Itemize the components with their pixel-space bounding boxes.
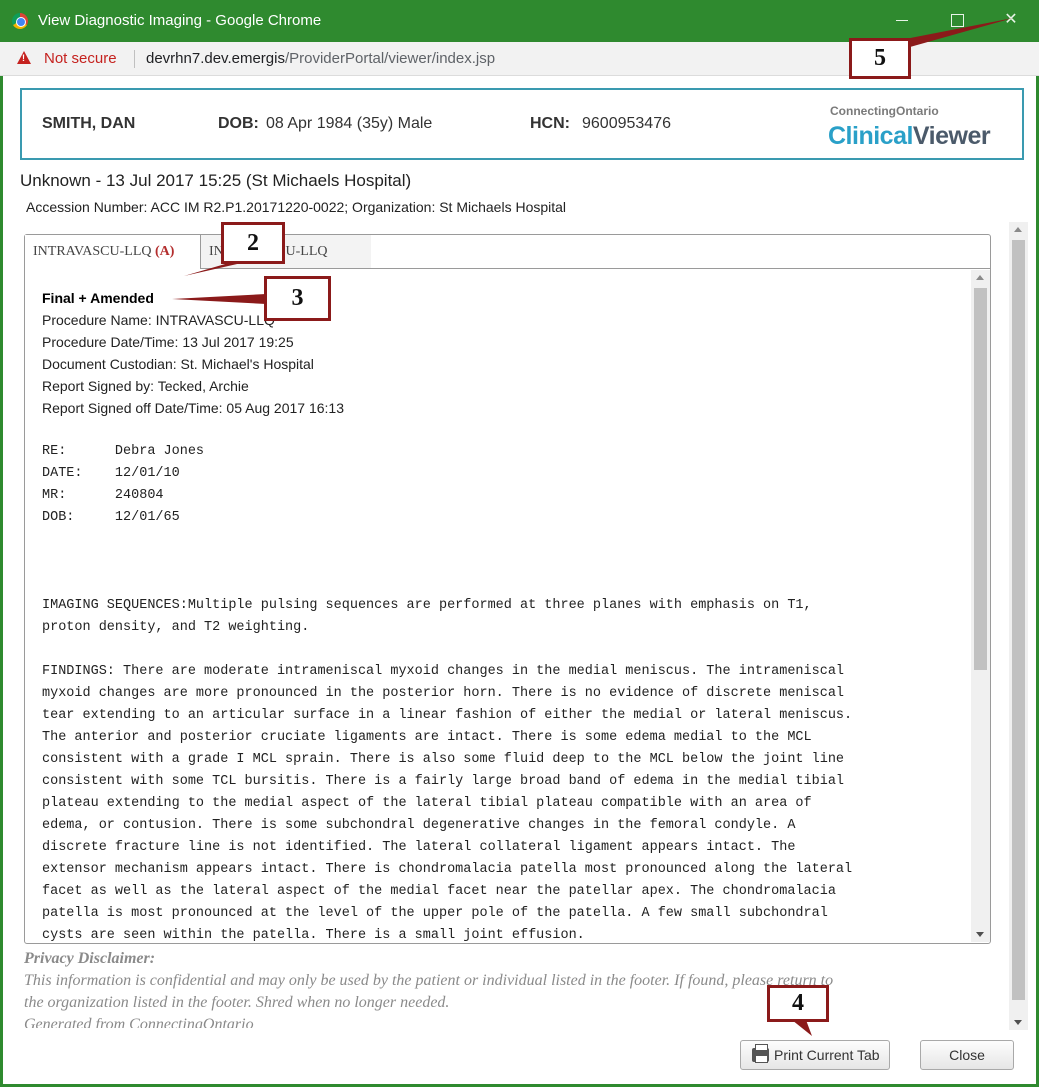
report-re: RE: Debra Jones (42, 444, 205, 459)
window-titlebar[interactable]: View Diagnostic Imaging - Google Chrome … (0, 0, 1039, 42)
scroll-down-icon[interactable] (1014, 1020, 1022, 1025)
disclaimer-line-2: the organization listed in the footer. S… (24, 994, 450, 1011)
findings: FINDINGS: There are moderate intramenisc… (42, 664, 853, 942)
brand-viewer: Viewer (912, 122, 991, 150)
privacy-disclaimer: Privacy Disclaimer: This information is … (24, 948, 1004, 1028)
scroll-down-icon[interactable] (976, 932, 984, 937)
study-title: Unknown - 13 Jul 2017 15:25 (St Michaels… (20, 171, 412, 190)
close-button[interactable]: Close (920, 1040, 1014, 1070)
dob-label: DOB: (218, 115, 259, 132)
url-host: devrhn7.dev.emergis (146, 50, 285, 67)
brand-subtitle: ConnectingOntario (830, 104, 939, 118)
scroll-up-icon[interactable] (976, 275, 984, 280)
address-separator (134, 50, 135, 68)
disclaimer-title: Privacy Disclaimer: (24, 950, 156, 967)
procedure-name: Procedure Name: INTRAVASCU-LLQ (42, 312, 275, 328)
print-button-label: Print Current Tab (774, 1047, 880, 1063)
report-date: DATE: 12/01/10 (42, 466, 180, 481)
tab-label: INTRAVASCU-LLQ (33, 244, 152, 259)
printer-icon (752, 1044, 769, 1063)
report-signed-off: Report Signed off Date/Time: 05 Aug 2017… (42, 400, 344, 416)
accession-info: Accession Number: ACC IM R2.P1.20171220-… (26, 199, 567, 215)
brand-logo: ClinicalViewer (828, 118, 991, 154)
page-scrollbar[interactable] (1009, 222, 1028, 1030)
patient-banner: SMITH, DAN DOB: 08 Apr 1984 (35y) Male H… (20, 88, 1024, 160)
callout-2: 2 (221, 222, 285, 264)
disclaimer-line-3: Generated from ConnectingOntario (24, 1016, 254, 1028)
close-window-icon[interactable]: ✕ (998, 8, 1024, 32)
close-button-label: Close (949, 1047, 985, 1063)
tab-strip-filler (371, 235, 991, 269)
callout-4: 4 (767, 985, 829, 1022)
callout-3: 3 (264, 276, 331, 321)
report-content[interactable]: Final + Amended Procedure Name: INTRAVAS… (26, 270, 971, 942)
document-custodian: Document Custodian: St. Michael's Hospit… (42, 356, 314, 372)
window-title: View Diagnostic Imaging - Google Chrome (38, 12, 322, 29)
print-current-tab-button[interactable]: Print Current Tab (740, 1040, 890, 1070)
page-scroll-thumb[interactable] (1012, 240, 1025, 1000)
report-scroll-thumb[interactable] (974, 288, 987, 670)
imaging-sequences: IMAGING SEQUENCES:Multiple pulsing seque… (42, 598, 812, 635)
hcn-value: 9600953476 (582, 115, 671, 132)
scroll-up-icon[interactable] (1014, 227, 1022, 232)
minimize-icon[interactable] (890, 8, 916, 32)
report-scrollbar[interactable] (971, 270, 990, 942)
report-tabs-panel: INTRAVASCU-LLQ (A) INTRAVASCU-LLQ Final … (24, 234, 991, 944)
hcn-label: HCN: (530, 115, 570, 132)
report-mr: MR: 240804 (42, 488, 164, 503)
report-dob: DOB: 12/01/65 (42, 510, 180, 525)
security-label[interactable]: Not secure (44, 50, 117, 67)
disclaimer-line-1: This information is confidential and may… (24, 972, 834, 989)
maximize-icon[interactable] (944, 8, 970, 32)
url-path: /ProviderPortal/viewer/index.jsp (284, 50, 496, 67)
dob-value: 08 Apr 1984 (35y) Male (266, 115, 433, 132)
callout-5: 5 (849, 38, 911, 79)
report-status: Final + Amended (42, 290, 154, 306)
brand-clinical: Clinical (828, 122, 913, 150)
tab-intravascu-llq-amended[interactable]: INTRAVASCU-LLQ (A) (25, 235, 201, 269)
warning-icon[interactable] (17, 51, 31, 64)
url-text[interactable]: devrhn7.dev.emergis/ProviderPortal/viewe… (146, 50, 495, 67)
patient-name: SMITH, DAN (42, 115, 136, 132)
amended-badge: (A) (155, 244, 175, 259)
procedure-datetime: Procedure Date/Time: 13 Jul 2017 19:25 (42, 334, 294, 350)
report-signed-by: Report Signed by: Tecked, Archie (42, 378, 249, 394)
chrome-icon (12, 13, 28, 29)
